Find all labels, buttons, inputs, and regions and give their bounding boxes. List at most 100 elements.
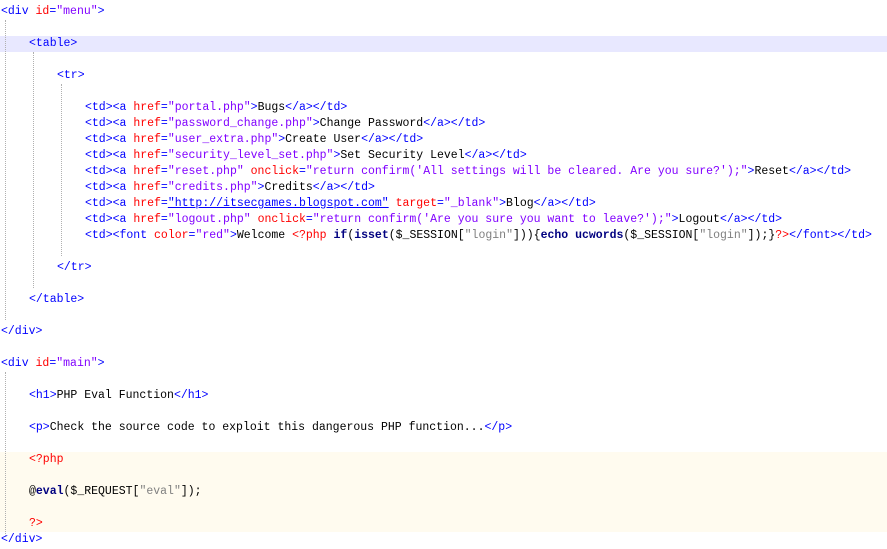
code-token-tag: </div> bbox=[1, 533, 43, 546]
code-token-val: "portal.php" bbox=[167, 101, 251, 114]
code-token-val: "return confirm('Are you sure you want t… bbox=[312, 213, 672, 226]
code-token-txt: Create User bbox=[285, 133, 362, 146]
code-token-ph: @ bbox=[29, 485, 36, 498]
code-token-str: "login" bbox=[699, 229, 748, 242]
code-line[interactable]: <?php bbox=[0, 452, 887, 468]
code-token-attr: href bbox=[133, 213, 161, 226]
code-token-txt: PHP Eval Function bbox=[56, 389, 174, 402]
code-line[interactable]: <td><a href="reset.php" onclick="return … bbox=[0, 164, 887, 180]
code-token-tag: <div bbox=[1, 5, 36, 18]
code-line[interactable]: <td><font color="red">Welcome <?php if(i… bbox=[0, 228, 887, 244]
code-token-ph: ]);} bbox=[747, 229, 776, 242]
code-token-tag: </a></td> bbox=[361, 133, 424, 146]
code-line[interactable]: </div> bbox=[0, 324, 887, 340]
code-token-val: "menu" bbox=[56, 5, 98, 18]
code-token-tag: > bbox=[97, 357, 105, 370]
code-token-attr: href bbox=[133, 133, 161, 146]
code-token-tag bbox=[244, 165, 251, 178]
code-token-tag: = bbox=[160, 213, 168, 226]
code-token-kw: eval bbox=[35, 485, 64, 498]
code-token-php: <?php bbox=[292, 229, 334, 242]
code-line[interactable]: <td><a href="user_extra.php">Create User… bbox=[0, 132, 887, 148]
code-line[interactable]: <div id="main"> bbox=[0, 356, 887, 372]
code-token-attr: href bbox=[133, 101, 161, 114]
code-line[interactable]: <td><a href="security_level_set.php">Set… bbox=[0, 148, 887, 164]
code-token-tag: <div bbox=[1, 357, 36, 370]
code-token-kw: isset bbox=[354, 229, 389, 242]
code-token-php: ?> bbox=[775, 229, 790, 242]
code-token-val: "reset.php" bbox=[167, 165, 244, 178]
code-line[interactable]: </table> bbox=[0, 292, 887, 308]
code-token-tag: </a></td> bbox=[464, 149, 527, 162]
code-token-tag: > bbox=[97, 5, 105, 18]
code-token-attr: target bbox=[395, 197, 437, 210]
code-token-val: "user_extra.php" bbox=[167, 133, 279, 146]
code-token-attr: href bbox=[133, 149, 161, 162]
code-token-val: "credits.php" bbox=[167, 181, 258, 194]
code-token-val: "return confirm('All settings will be cl… bbox=[305, 165, 748, 178]
code-token-val: "_blank" bbox=[443, 197, 500, 210]
code-token-val: "main" bbox=[56, 357, 98, 370]
code-token-tag: </a></td> bbox=[719, 213, 783, 226]
code-token-tag: = bbox=[160, 149, 168, 162]
code-token-str: "eval" bbox=[139, 485, 181, 498]
code-token-tag: <td><a bbox=[85, 133, 134, 146]
code-token-tag: = bbox=[305, 213, 313, 226]
code-line[interactable]: <h1>PHP Eval Function</h1> bbox=[0, 388, 887, 404]
code-token-tag: <td><a bbox=[85, 165, 134, 178]
code-token-ph: ])){ bbox=[512, 229, 541, 242]
code-token-tag: <td><a bbox=[85, 117, 134, 130]
code-line[interactable]: <td><a href="http://itsecgames.blogspot.… bbox=[0, 196, 887, 212]
code-token-tag: = bbox=[160, 181, 168, 194]
code-token-str: "login" bbox=[464, 229, 513, 242]
code-token-txt: Welcome bbox=[236, 229, 293, 242]
code-token-txt: Credits bbox=[264, 181, 313, 194]
code-token-txt: Logout bbox=[678, 213, 720, 226]
code-line[interactable]: ?> bbox=[0, 516, 887, 532]
code-token-php: <?php bbox=[29, 453, 64, 466]
code-token-tag: <p> bbox=[29, 421, 50, 434]
code-line[interactable]: <div id="menu"> bbox=[0, 4, 887, 20]
code-line[interactable]: </div> bbox=[0, 532, 887, 548]
code-token-attr: color bbox=[154, 229, 189, 242]
code-token-tag: = bbox=[298, 165, 306, 178]
code-token-tag: = bbox=[160, 101, 168, 114]
code-token-txt: Reset bbox=[754, 165, 789, 178]
code-token-attr: href bbox=[133, 165, 161, 178]
code-line[interactable]: <td><a href="password_change.php">Change… bbox=[0, 116, 887, 132]
code-token-tag: <table> bbox=[29, 37, 78, 50]
code-token-tag: <td><font bbox=[85, 229, 155, 242]
code-token-txt: Check the source code to exploit this da… bbox=[49, 421, 485, 434]
code-token-tag: > bbox=[312, 117, 320, 130]
code-token-tag: <td><a bbox=[85, 149, 134, 162]
code-token-tag: </a></td> bbox=[312, 181, 375, 194]
code-line[interactable]: <table> bbox=[0, 36, 887, 52]
code-line[interactable]: <tr> bbox=[0, 68, 887, 84]
code-token-tag: = bbox=[160, 165, 168, 178]
code-line[interactable]: <p>Check the source code to exploit this… bbox=[0, 420, 887, 436]
code-token-txt: Bugs bbox=[257, 101, 286, 114]
code-token-tag: </table> bbox=[29, 293, 85, 306]
code-token-tag: </h1> bbox=[173, 389, 209, 402]
code-line[interactable]: <td><a href="credits.php">Credits</a></t… bbox=[0, 180, 887, 196]
code-token-val: "security_level_set.php" bbox=[167, 149, 334, 162]
code-line[interactable]: <td><a href="portal.php">Bugs</a></td> bbox=[0, 100, 887, 116]
code-token-attr: id bbox=[35, 5, 50, 18]
code-token-val: "password_change.php" bbox=[167, 117, 313, 130]
code-token-tag: </a></td> bbox=[285, 101, 348, 114]
code-token-attr: id bbox=[35, 357, 50, 370]
code-token-tag: > bbox=[250, 101, 258, 114]
code-token-ph: ($_SESSION[ bbox=[388, 229, 465, 242]
code-token-ph: ($_REQUEST[ bbox=[63, 485, 140, 498]
code-line[interactable]: @eval($_REQUEST["eval"]); bbox=[0, 484, 887, 500]
code-token-val: "logout.php" bbox=[167, 213, 251, 226]
code-token-attr: href bbox=[133, 117, 161, 130]
code-token-php: ?> bbox=[29, 517, 43, 530]
code-token-tag: > bbox=[671, 213, 679, 226]
code-line[interactable]: <td><a href="logout.php" onclick="return… bbox=[0, 212, 887, 228]
code-token-tag: <tr> bbox=[57, 69, 85, 82]
code-token-attr: onclick bbox=[250, 165, 299, 178]
code-token-tag: </a></td> bbox=[533, 197, 596, 210]
code-line[interactable]: </tr> bbox=[0, 260, 887, 276]
code-editor[interactable]: <div id="menu"> <table> <tr> <td><a href="p… bbox=[0, 0, 887, 549]
